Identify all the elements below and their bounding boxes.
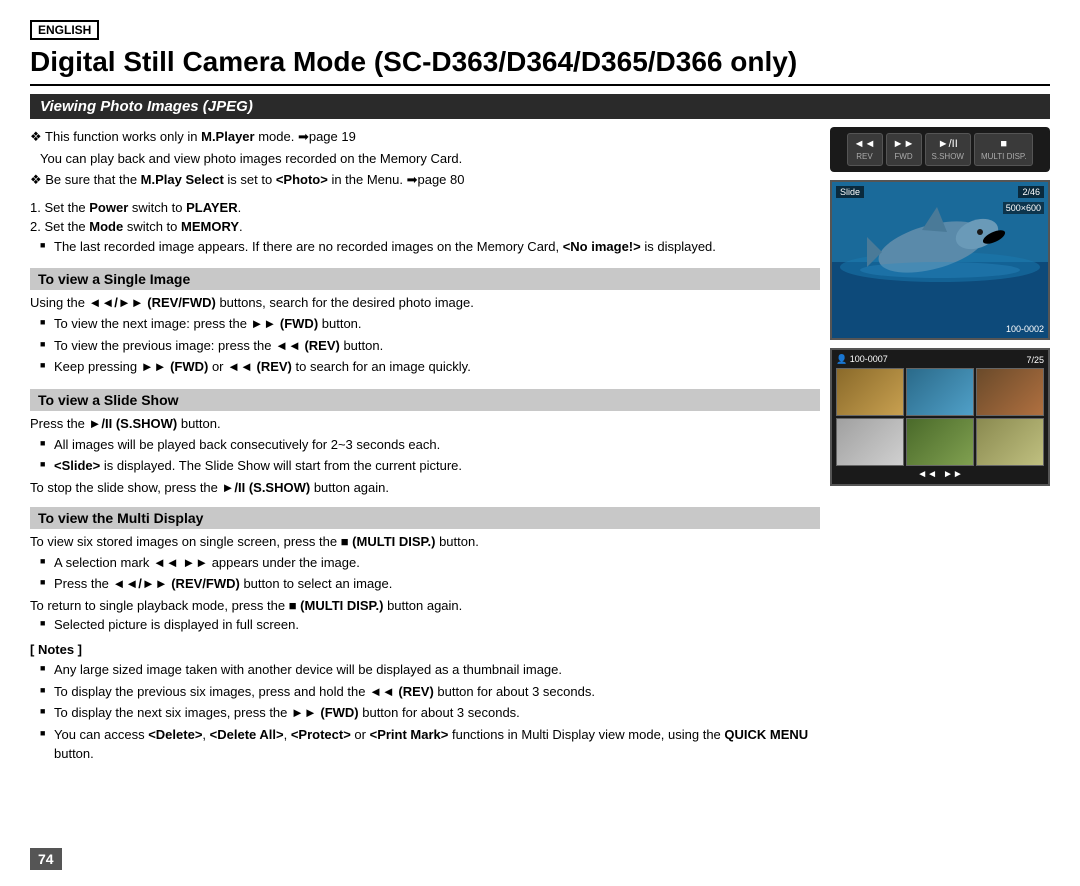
thumb-6 [976,418,1044,466]
single-bullet-2: To view the previous image: press the ◄◄… [40,336,820,356]
thumb-4 [836,418,904,466]
single-bullet-3: Keep pressing ►► (FWD) or ◄◄ (REV) to se… [40,357,820,377]
intro-line2: ❖ Be sure that the M.Play Select is set … [30,170,820,190]
multi-display-intro: To view six stored images on single scre… [30,534,820,549]
image-resolution: 500×600 [1003,202,1044,214]
page: ENGLISH Digital Still Camera Mode (SC-D3… [0,0,1080,886]
multi-nav: ◄◄ ►► [836,469,1044,480]
slide-show-bullets: All images will be played back consecuti… [30,435,820,476]
intro-line1a: You can play back and view photo images … [30,149,820,169]
multi-display-bullets: A selection mark ◄◄ ►► appears under the… [30,553,820,594]
left-column: ❖ This function works only in M.Player m… [30,127,820,768]
multi-bullet-1: A selection mark ◄◄ ►► appears under the… [40,553,820,573]
notes-bullets: Any large sized image taken with another… [30,660,820,764]
fwd-label: FWD [893,152,915,161]
step1: 1. Set the Power switch to PLAYER. [30,198,820,218]
multidisp-label: MULTI DISP. [981,152,1027,161]
remote-control: ◄◄ REV ►► FWD ►/II S.SHOW ■ MULTI DISP. [830,127,1050,172]
remote-btn-group: ◄◄ REV ►► FWD ►/II S.SHOW ■ MULTI DISP. [847,133,1034,166]
rev-icon: ◄◄ [854,138,876,150]
page-title: Digital Still Camera Mode (SC-D363/D364/… [30,46,1050,86]
slide-label: Slide [836,186,864,198]
multi-counter: 7/25 [1026,355,1044,365]
slide-show-outro: To stop the slide show, press the ►/II (… [30,480,820,495]
page-number: 74 [30,848,62,870]
step-bullets: The last recorded image appears. If ther… [30,237,820,257]
multi-nav-fwd[interactable]: ►► [943,469,963,480]
multidisp-button[interactable]: ■ MULTI DISP. [974,133,1034,166]
slide-bullet-2: <Slide> is displayed. The Slide Show wil… [40,456,820,476]
note-3: To display the next six images, press th… [40,703,820,723]
step2: 2. Set the Mode switch to MEMORY. [30,217,820,237]
multi-display-outro: To return to single playback mode, press… [30,598,820,613]
multi-grid [836,368,1044,466]
fwd-icon: ►► [893,138,915,150]
intro-line1: ❖ This function works only in M.Player m… [30,127,820,147]
subsection-single-image-title: To view a Single Image [30,268,820,290]
multi-top-bar: 👤 100-0007 7/25 [836,354,1044,365]
sshow-button[interactable]: ►/II S.SHOW [925,133,971,166]
intro-block: ❖ This function works only in M.Player m… [30,127,820,190]
note-2: To display the previous six images, pres… [40,682,820,702]
thumb-3 [976,368,1044,416]
single-image-intro: Using the ◄◄/►► (REV/FWD) buttons, searc… [30,295,820,310]
steps-block: 1. Set the Power switch to PLAYER. 2. Se… [30,198,820,257]
thumb-1 [836,368,904,416]
multi-display-outro-bullets: Selected picture is displayed in full sc… [30,615,820,635]
thumb-5 [906,418,974,466]
slide-bullet-1: All images will be played back consecuti… [40,435,820,455]
multidisp-icon: ■ [981,138,1027,150]
note-4: You can access <Delete>, <Delete All>, <… [40,725,820,764]
subsection-multi-display-title: To view the Multi Display [30,507,820,529]
multi-icon-label: 👤 100-0007 [836,354,888,365]
notes-section: [ Notes ] Any large sized image taken wi… [30,642,820,764]
sshow-label: S.SHOW [932,152,964,161]
notes-title: [ Notes ] [30,642,820,657]
fwd-button[interactable]: ►► FWD [886,133,922,166]
thumb-2 [906,368,974,416]
rev-button[interactable]: ◄◄ REV [847,133,883,166]
image-overlay-top: Slide 2/46 [836,186,1044,198]
multi-bullet-2: Press the ◄◄/►► (REV/FWD) button to sele… [40,574,820,594]
rev-label: REV [854,152,876,161]
step3-bullet: The last recorded image appears. If ther… [40,237,820,257]
note-1: Any large sized image taken with another… [40,660,820,680]
language-badge: ENGLISH [30,20,99,40]
subsection-slide-show-title: To view a Slide Show [30,389,820,411]
multi-display: 👤 100-0007 7/25 ◄◄ ►► [830,348,1050,486]
multi-outro-bullet: Selected picture is displayed in full sc… [40,615,820,635]
slide-show-intro: Press the ►/II (S.SHOW) button. [30,416,820,431]
single-bullet-1: To view the next image: press the ►► (FW… [40,314,820,334]
section-header: Viewing Photo Images (JPEG) [30,94,1050,119]
image-filename: 100-0002 [1006,324,1044,334]
content-area: ❖ This function works only in M.Player m… [30,127,1050,768]
multi-nav-rev[interactable]: ◄◄ [917,469,937,480]
single-image-display: Slide 2/46 500×600 100-0002 [830,180,1050,340]
single-image-bullets: To view the next image: press the ►► (FW… [30,314,820,377]
right-column: ◄◄ REV ►► FWD ►/II S.SHOW ■ MULTI DISP. [830,127,1050,768]
sshow-icon: ►/II [932,138,964,150]
image-counter: 2/46 [1018,186,1044,198]
